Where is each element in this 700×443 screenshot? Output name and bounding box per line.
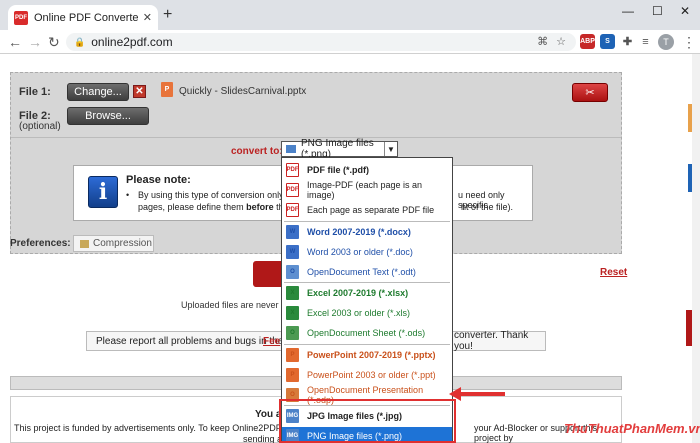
dropdown-option-label: Image-PDF (each page is an image)	[307, 180, 423, 200]
convert-button[interactable]	[253, 261, 283, 287]
address-bar: ← → ↻ 🔒 online2pdf.com ⌘ ☆ ABP S ✚ ≡ T ⋮	[0, 30, 700, 54]
red-arrow	[460, 392, 505, 396]
ods-file-icon: O	[286, 326, 299, 340]
dropdown-option[interactable]: X Excel 2007-2019 (*.xlsx)	[282, 284, 452, 302]
s-extension-icon[interactable]: S	[600, 34, 615, 49]
odt-file-icon: O	[286, 264, 299, 279]
split-scissors-icon[interactable]: ✂	[572, 83, 608, 102]
menu-dots-icon[interactable]: ⋮	[682, 33, 696, 51]
pptx-file-icon: P	[161, 82, 173, 97]
compression-button[interactable]: Compression	[73, 235, 154, 252]
back-icon[interactable]: ←	[8, 33, 22, 51]
browse-button[interactable]: Browse...	[67, 107, 149, 125]
dropdown-option-label: Word 2003 or older (*.doc)	[307, 246, 413, 257]
reload-icon[interactable]: ↻	[48, 33, 60, 51]
png-image-icon	[286, 145, 296, 153]
chevron-down-icon: ▼	[384, 142, 397, 156]
tab-bar: PDF Online PDF Converter - Merge, c ✕ + …	[0, 0, 700, 30]
dropdown-option-label: Word 2007-2019 (*.docx)	[307, 226, 411, 237]
omnibox[interactable]: 🔒 online2pdf.com ⌘ ☆	[66, 33, 576, 51]
pdf-file-icon: PDF	[286, 203, 299, 217]
dropdown-option[interactable]: O OpenDocument Text (*.odt)	[282, 263, 452, 281]
pdf-favicon-icon: PDF	[14, 10, 28, 25]
forward-icon[interactable]: →	[28, 33, 42, 51]
word-file-icon: W	[286, 244, 299, 259]
ppt-file-icon: P	[286, 347, 299, 362]
excel-file-icon: X	[286, 306, 299, 320]
dropdown-option-label: Excel 2007-2019 (*.xlsx)	[307, 288, 409, 298]
note-line2-bold: before	[246, 202, 274, 212]
remove-file-icon[interactable]: ✕	[133, 85, 146, 98]
dropdown-option[interactable]: PDF Image-PDF (each page is an image)	[282, 180, 452, 200]
dropdown-separator	[284, 220, 450, 222]
feedback-link[interactable]: Fee	[263, 336, 280, 347]
dropdown-option-label: OpenDocument Text (*.odt)	[307, 266, 416, 277]
page-content: File 1: Change... ✕ P Quickly - SlidesCa…	[0, 54, 700, 443]
dropdown-separator	[284, 282, 450, 283]
note-line2: pages, please define them before the c	[138, 202, 296, 212]
star-icon[interactable]: ☆	[556, 35, 566, 48]
close-tab-icon[interactable]: ✕	[143, 11, 152, 24]
dropdown-option-label: PowerPoint 2007-2019 (*.pptx)	[307, 349, 436, 360]
profile-avatar[interactable]: T	[658, 34, 674, 50]
file-name: Quickly - SlidesCarnival.pptx	[179, 86, 307, 97]
format-select[interactable]: PNG Image files (*.png) ▼	[281, 138, 398, 160]
dropdown-option-label: PowerPoint 2003 or older (*.ppt)	[307, 369, 436, 380]
ppt-file-icon: P	[286, 367, 299, 382]
dropdown-option[interactable]: W Word 2003 or older (*.doc)	[282, 243, 452, 261]
dropdown-option[interactable]: P PowerPoint 2003 or older (*.ppt)	[282, 366, 452, 384]
minimize-icon[interactable]: —	[622, 4, 634, 18]
convert-to-label: convert to:	[231, 146, 283, 157]
url-text: online2pdf.com	[91, 35, 173, 49]
lock-icon: 🔒	[74, 36, 86, 47]
ad-text-send: sending a	[243, 434, 283, 443]
report-text: Please report all problems and bugs in t…	[96, 335, 284, 347]
dropdown-separator	[284, 343, 450, 345]
compression-label: Compression	[93, 238, 152, 249]
translate-icon[interactable]: ⌘	[537, 35, 548, 48]
excel-file-icon: X	[286, 286, 299, 300]
note-line1-start: By using this type of conversion only a	[138, 190, 292, 200]
note-line1-bullet: •	[126, 190, 130, 200]
new-tab-icon[interactable]: +	[163, 7, 172, 23]
dropdown-option[interactable]: X Excel 2003 or older (*.xls)	[282, 304, 452, 322]
file1-label: File 1:	[19, 86, 51, 98]
dropdown-option-label: OpenDocument Sheet (*.ods)	[307, 328, 426, 338]
reset-link[interactable]: Reset	[600, 267, 627, 278]
pdf-file-icon: PDF	[286, 183, 299, 197]
change-file-button[interactable]: Change...	[67, 83, 129, 101]
dropdown-option-label: Excel 2003 or older (*.xls)	[307, 308, 411, 318]
maximize-icon[interactable]: ☐	[652, 4, 663, 18]
highlight-box	[279, 399, 456, 443]
note-line2-end: ht of the file).	[461, 202, 514, 212]
info-icon: i	[88, 176, 118, 208]
dropdown-option[interactable]: PDF Each page as separate PDF file	[282, 201, 452, 219]
dropdown-option-label: Each page as separate PDF file	[307, 205, 435, 215]
ad-text: This project is funded by advertisements…	[14, 423, 282, 433]
watermark-text: ThuThuatPhanMem.vn	[564, 421, 700, 436]
dropdown-option[interactable]: W Word 2007-2019 (*.docx)	[282, 223, 452, 241]
dropdown-option[interactable]: PDF PDF file (*.pdf)	[282, 161, 452, 179]
note-title: Please note:	[126, 174, 191, 186]
dropdown-option[interactable]: P PowerPoint 2007-2019 (*.pptx)	[282, 346, 452, 364]
compression-icon	[80, 239, 89, 248]
file2-optional: (optional)	[19, 121, 61, 132]
pdf-file-icon: PDF	[286, 163, 299, 177]
browser-tab[interactable]: PDF Online PDF Converter - Merge, c ✕	[8, 5, 158, 30]
close-window-icon[interactable]: ✕	[680, 4, 690, 18]
dropdown-option[interactable]: O OpenDocument Sheet (*.ods)	[282, 324, 452, 342]
report-text-end: converter. Thank you!	[454, 330, 529, 352]
adblock-extension-icon[interactable]: ABP	[580, 34, 595, 49]
page-scrollbar[interactable]	[692, 54, 700, 443]
note-line2-start: pages, please define them	[138, 202, 247, 212]
word-file-icon: W	[286, 224, 299, 239]
media-icon[interactable]: ≡	[638, 34, 653, 49]
tab-title: Online PDF Converter - Merge, c	[34, 11, 139, 24]
dropdown-option-label: PDF file (*.pdf)	[307, 165, 369, 175]
ad-heading: You a	[255, 409, 282, 420]
puzzle-extensions-icon[interactable]: ✚	[620, 34, 635, 49]
preferences-label: Preferences:	[10, 238, 71, 249]
